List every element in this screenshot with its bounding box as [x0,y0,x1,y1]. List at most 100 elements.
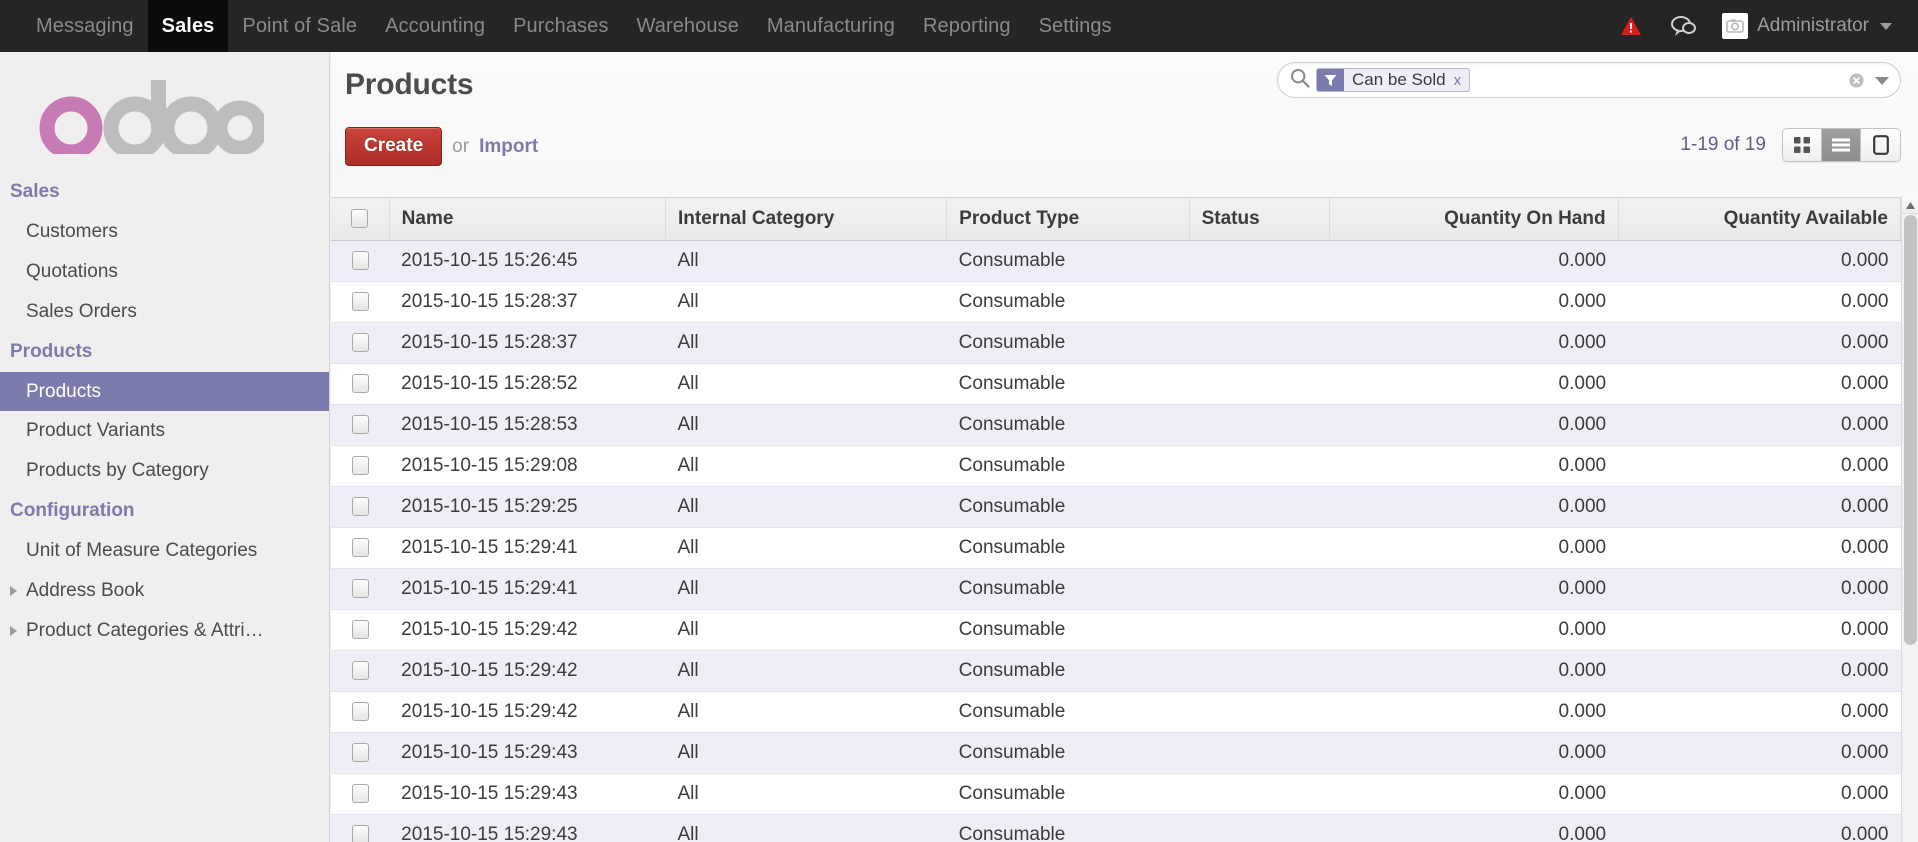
row-checkbox[interactable] [351,702,369,722]
table-row[interactable]: 2015-10-15 15:29:42 All Consumable 0.000 0.0… [331,691,1901,733]
cell-status [1189,609,1330,651]
select-all-checkbox[interactable] [351,209,369,229]
row-checkbox[interactable] [351,825,369,842]
scrollbar-thumb[interactable] [1904,215,1917,645]
table-row[interactable]: 2015-10-15 15:26:45 All Consumable 0.000 0.0… [331,240,1901,282]
page-title: Products [345,68,474,101]
table-row[interactable]: 2015-10-15 15:29:42 All Consumable 0.000 0.0… [331,650,1901,692]
row-checkbox[interactable] [351,292,369,312]
search-facet-remove-button[interactable]: x [1451,69,1469,91]
row-checkbox[interactable] [351,374,369,394]
cell-status [1189,527,1330,569]
sidebar-item-label: Product Variants [26,420,166,442]
nav-item-manufacturing[interactable]: Manufacturing [753,0,909,52]
cell-status [1189,322,1330,364]
product-list-table-wrapper: Name Internal Category Product Type Status Q… [331,197,1918,842]
sidebar-section-sales: Sales [10,181,60,202]
table-row[interactable]: 2015-10-15 15:29:25 All Consumable 0.000 0.0… [331,486,1901,528]
row-checkbox[interactable] [351,661,369,681]
sidebar-item-sales-orders[interactable]: Sales Orders [0,292,329,332]
clear-circle-icon[interactable] [1848,72,1865,89]
nav-item-accounting[interactable]: Accounting [371,0,499,52]
expand-triangle-icon [10,585,17,596]
chat-bubble-icon[interactable] [1666,0,1700,52]
filter-funnel-icon [1317,69,1344,91]
view-button-kanban[interactable] [1783,129,1822,161]
sidebar-item-product-variants[interactable]: Product Variants [0,411,329,451]
cell-qav: 0.000 [1618,322,1901,364]
table-row[interactable]: 2015-10-15 15:29:43 All Consumable 0.000 0.0… [331,814,1901,842]
sidebar-item-product-categories-attri[interactable]: Product Categories & Attri… [0,611,329,651]
table-row[interactable]: 2015-10-15 15:29:41 All Consumable 0.000 0.0… [331,568,1901,610]
cell-status [1189,363,1330,405]
odoo-logo[interactable] [0,52,329,172]
search-controls [1840,72,1890,89]
sidebar-item-products[interactable]: Products [0,371,329,412]
row-checkbox[interactable] [351,251,369,271]
column-header-qoh[interactable]: Quantity On Hand [1329,197,1619,241]
table-row[interactable]: 2015-10-15 15:29:43 All Consumable 0.000 0.0… [331,732,1901,774]
view-button-form[interactable] [1861,129,1900,161]
user-menu[interactable]: Administrator [1720,13,1892,39]
import-link[interactable]: Import [479,136,538,158]
search-facet-can-be-sold[interactable]: Can be Sold x [1316,68,1471,92]
row-checkbox[interactable] [351,415,369,435]
row-checkbox[interactable] [351,538,369,558]
row-checkbox[interactable] [351,456,369,476]
search-icon [1290,68,1310,93]
sidebar-item-customers[interactable]: Customers [0,212,329,252]
sidebar: Sales Customers Quotations Sales Orders Prod… [0,52,330,842]
table-row[interactable]: 2015-10-15 15:28:52 All Consumable 0.000 0.0… [331,363,1901,405]
sidebar-item-quotations[interactable]: Quotations [0,252,329,292]
row-checkbox[interactable] [351,620,369,640]
cell-name: 2015-10-15 15:29:25 [389,486,666,528]
nav-item-reporting[interactable]: Reporting [909,0,1025,52]
create-button[interactable]: Create [345,127,443,166]
nav-item-point-of-sale[interactable]: Point of Sale [228,0,371,52]
nav-item-purchases[interactable]: Purchases [499,0,622,52]
row-checkbox[interactable] [351,579,369,599]
cell-category: All [665,363,947,405]
nav-item-messaging[interactable]: Messaging [22,0,148,52]
column-header-category[interactable]: Internal Category [665,197,948,241]
row-checkbox[interactable] [351,333,369,353]
view-button-list[interactable] [1822,129,1861,161]
table-row[interactable]: 2015-10-15 15:29:42 All Consumable 0.000 0.0… [331,609,1901,651]
table-row[interactable]: 2015-10-15 15:29:41 All Consumable 0.000 0.0… [331,527,1901,569]
column-header-status[interactable]: Status [1189,197,1331,241]
row-checkbox[interactable] [351,497,369,517]
nav-item-settings[interactable]: Settings [1025,0,1126,52]
nav-item-warehouse[interactable]: Warehouse [622,0,752,52]
cell-qoh: 0.000 [1329,445,1619,487]
sidebar-item-products-by-category[interactable]: Products by Category [0,451,329,491]
table-header: Name Internal Category Product Type Status Q… [331,197,1902,241]
cell-category: All [665,773,947,815]
row-checkbox[interactable] [351,743,369,763]
cell-category: All [665,445,947,487]
search-input[interactable] [1470,63,1840,97]
scroll-up-arrow-icon[interactable] [1902,197,1918,214]
table-row[interactable]: 2015-10-15 15:28:53 All Consumable 0.000 0.0… [331,404,1901,446]
cell-category: All [665,691,947,733]
cell-name: 2015-10-15 15:29:42 [389,691,666,733]
column-header-qav[interactable]: Quantity Available [1618,197,1902,241]
sidebar-item-label: Address Book [26,579,145,601]
cell-type: Consumable [946,814,1190,842]
vertical-scrollbar[interactable] [1901,197,1918,842]
table-row[interactable]: 2015-10-15 15:29:08 All Consumable 0.000 0.0… [331,445,1901,487]
table-row[interactable]: 2015-10-15 15:28:37 All Consumable 0.000 0.0… [331,322,1901,364]
search-view[interactable]: Can be Sold x [1277,62,1901,98]
sidebar-item-unit-of-measure-categories[interactable]: Unit of Measure Categories [0,531,329,571]
search-dropdown-chevron-down-icon[interactable] [1874,75,1890,86]
table-row[interactable]: 2015-10-15 15:28:37 All Consumable 0.000 0.0… [331,281,1901,323]
view-switcher [1782,128,1901,162]
nav-item-sales[interactable]: Sales [147,0,229,52]
column-header-type[interactable]: Product Type [946,197,1190,241]
table-row[interactable]: 2015-10-15 15:29:43 All Consumable 0.000 0.0… [331,773,1901,815]
row-checkbox[interactable] [351,784,369,804]
cell-category: All [665,486,947,528]
warning-triangle-icon[interactable] [1616,0,1646,52]
column-header-name[interactable]: Name [389,197,667,241]
cell-qoh: 0.000 [1329,527,1619,569]
sidebar-item-address-book[interactable]: Address Book [0,571,329,611]
